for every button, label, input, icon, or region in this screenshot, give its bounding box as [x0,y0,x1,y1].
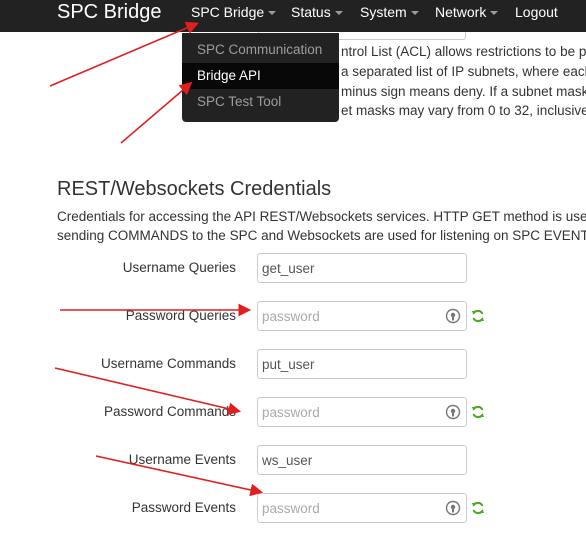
caret-down-icon [268,11,277,16]
menu-item-bridge-api[interactable]: Bridge API [182,63,339,89]
caret-down-icon [410,11,419,16]
password-commands-label: Password Commands [103,404,236,419]
brand-logo-text[interactable]: SPC Bridge [57,0,162,24]
section-description-line-1: Credentials for accessing the API REST/W… [57,209,586,224]
nav-network[interactable]: Network [435,0,499,24]
nav-status[interactable]: Status [291,0,343,24]
nav-logout-label: Logout [515,4,558,20]
section-title: REST/Websockets Credentials [57,178,332,200]
nav-status-label: Status [291,4,331,20]
arrow-to-bridge-api-item [120,81,193,144]
spc-bridge-dropdown-menu: SPC Communication Bridge API SPC Test To… [182,33,339,122]
nav-system-label: System [360,4,407,20]
arrow-to-spc-bridge-menu [49,21,199,87]
top-navbar: SPC Bridge SPC Bridge Status System Netw… [0,0,586,32]
nav-spc-bridge-label: SPC Bridge [191,4,265,20]
menu-item-spc-communication[interactable]: SPC Communication [182,37,339,63]
nav-network-label: Network [435,4,487,20]
username-commands-label: Username Commands [100,356,236,371]
acl-text-line-4: et masks may vary from 0 to 32, inclusiv… [341,103,586,118]
section-description-line-2: sending COMMANDS to the SPC and Websocke… [57,228,586,243]
username-events-input[interactable] [257,445,467,475]
username-commands-input[interactable] [257,349,467,379]
username-queries-label: Username Queries [122,260,236,275]
password-queries-input[interactable] [257,301,467,331]
refresh-icon[interactable] [471,309,485,323]
acl-text-line-1: ntrol List (ACL) allows restrictions to … [341,44,586,59]
nav-logout[interactable]: Logout [515,0,558,24]
acl-text-line-3: minus sign means deny. If a subnet mask … [341,84,586,99]
password-commands-input[interactable] [257,397,467,427]
password-toggle-icon[interactable] [445,500,461,516]
password-toggle-icon[interactable] [445,308,461,324]
refresh-icon[interactable] [471,405,485,419]
password-toggle-icon[interactable] [445,404,461,420]
nav-system[interactable]: System [360,0,419,24]
nav-spc-bridge[interactable]: SPC Bridge [191,0,277,24]
password-events-label: Password Events [131,500,236,515]
password-queries-label: Password Queries [125,308,236,323]
caret-down-icon [490,11,499,16]
username-events-label: Username Events [128,452,236,467]
caret-down-icon [334,11,343,16]
menu-item-spc-test-tool[interactable]: SPC Test Tool [182,89,339,115]
password-events-input[interactable] [257,493,467,523]
refresh-icon[interactable] [471,501,485,515]
username-queries-input[interactable] [257,253,467,283]
acl-text-line-2: a separated list of IP subnets, where ea… [341,64,586,79]
